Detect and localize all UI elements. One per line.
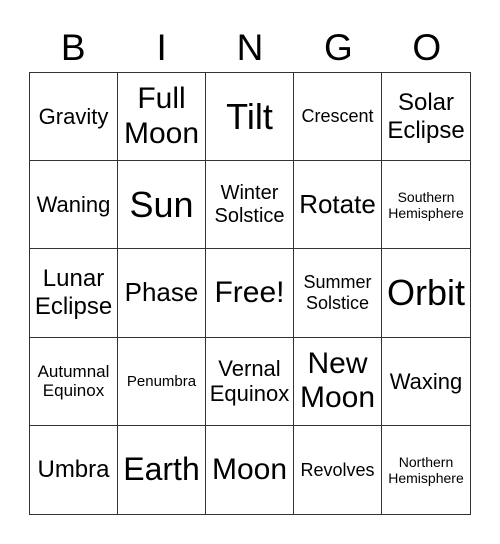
bingo-cell[interactable]: Earth (118, 425, 206, 514)
header-letter-g: G (324, 27, 353, 68)
bingo-cell-label: Winter Solstice (214, 181, 285, 227)
bingo-cell[interactable]: Revolves (294, 425, 382, 514)
header-letter-b: B (60, 27, 86, 68)
bingo-cell-label: Vernal Equinox (209, 355, 290, 407)
bingo-cell[interactable]: Orbit (382, 249, 470, 338)
header-letter-o: O (412, 27, 442, 68)
bingo-cell[interactable]: Rotate (294, 161, 382, 250)
bingo-cell-label: Gravity (38, 103, 109, 129)
bingo-cell-label: Tilt (226, 95, 273, 137)
bingo-cell-label: Revolves (300, 459, 375, 480)
bingo-cell-label: Penumbra (126, 372, 197, 390)
bingo-cell[interactable]: Autumnal Equinox (30, 337, 118, 426)
bingo-cell[interactable]: Umbra (30, 425, 118, 514)
bingo-cell-label: Autumnal Equinox (37, 361, 110, 401)
bingo-cell[interactable]: Northern Hemisphere (382, 426, 470, 514)
bingo-cell-label: Full Moon (123, 82, 200, 150)
bingo-cell[interactable]: Solar Eclipse (382, 73, 470, 162)
bingo-cell[interactable]: Full Moon (118, 73, 206, 162)
header-letter-n: N (236, 27, 264, 68)
bingo-cell[interactable]: Waning (30, 161, 118, 250)
bingo-cell[interactable]: Penumbra (118, 337, 206, 426)
bingo-header: B I N G O (29, 26, 471, 70)
bingo-cell-label: Sun (129, 184, 194, 226)
bingo-cell[interactable]: Vernal Equinox (206, 337, 294, 426)
bingo-cell-label: Moon (211, 452, 288, 486)
bingo-cell-label: Waning (36, 192, 111, 218)
bingo-cell[interactable]: Lunar Eclipse (30, 249, 118, 338)
bingo-cell[interactable]: Winter Solstice (206, 161, 294, 250)
bingo-cell-label: Phase (124, 277, 199, 308)
bingo-cell[interactable]: Southern Hemisphere (382, 161, 470, 250)
bingo-cell-label: Waxing (389, 368, 463, 394)
bingo-cell-label: Rotate (299, 188, 376, 219)
bingo-grid: Gravity Full Moon Tilt Crescent Solar Eclips… (29, 72, 471, 515)
bingo-cell-label: Umbra (37, 456, 110, 484)
bingo-cell[interactable]: Tilt (206, 73, 294, 162)
bingo-cell-label: Free! (214, 275, 285, 309)
bingo-cell[interactable]: Gravity (30, 73, 118, 162)
bingo-cell-label: New Moon (299, 346, 376, 415)
bingo-cell-label: Southern Hemisphere (388, 188, 464, 221)
header-letter-i: I (156, 27, 167, 68)
bingo-cell-label: Crescent (301, 106, 374, 127)
bingo-cell[interactable]: Moon (206, 425, 294, 514)
bingo-cell[interactable]: Free! (206, 249, 294, 338)
bingo-cell[interactable]: Summer Solstice (294, 249, 382, 338)
bingo-cell-label: Northern Hemisphere (388, 453, 464, 486)
bingo-cell[interactable]: Sun (118, 161, 206, 250)
bingo-cell-label: Summer Solstice (303, 272, 372, 313)
bingo-cell-label: Lunar Eclipse (34, 265, 113, 320)
bingo-cell-label: Solar Eclipse (387, 89, 465, 144)
bingo-cell[interactable]: Phase (118, 249, 206, 338)
bingo-cell[interactable]: New Moon (294, 337, 382, 426)
bingo-cell[interactable]: Crescent (294, 73, 382, 162)
bingo-cell[interactable]: Waxing (382, 338, 470, 426)
bingo-cell-label: Orbit (386, 272, 465, 314)
bingo-cell-label: Earth (123, 451, 200, 488)
